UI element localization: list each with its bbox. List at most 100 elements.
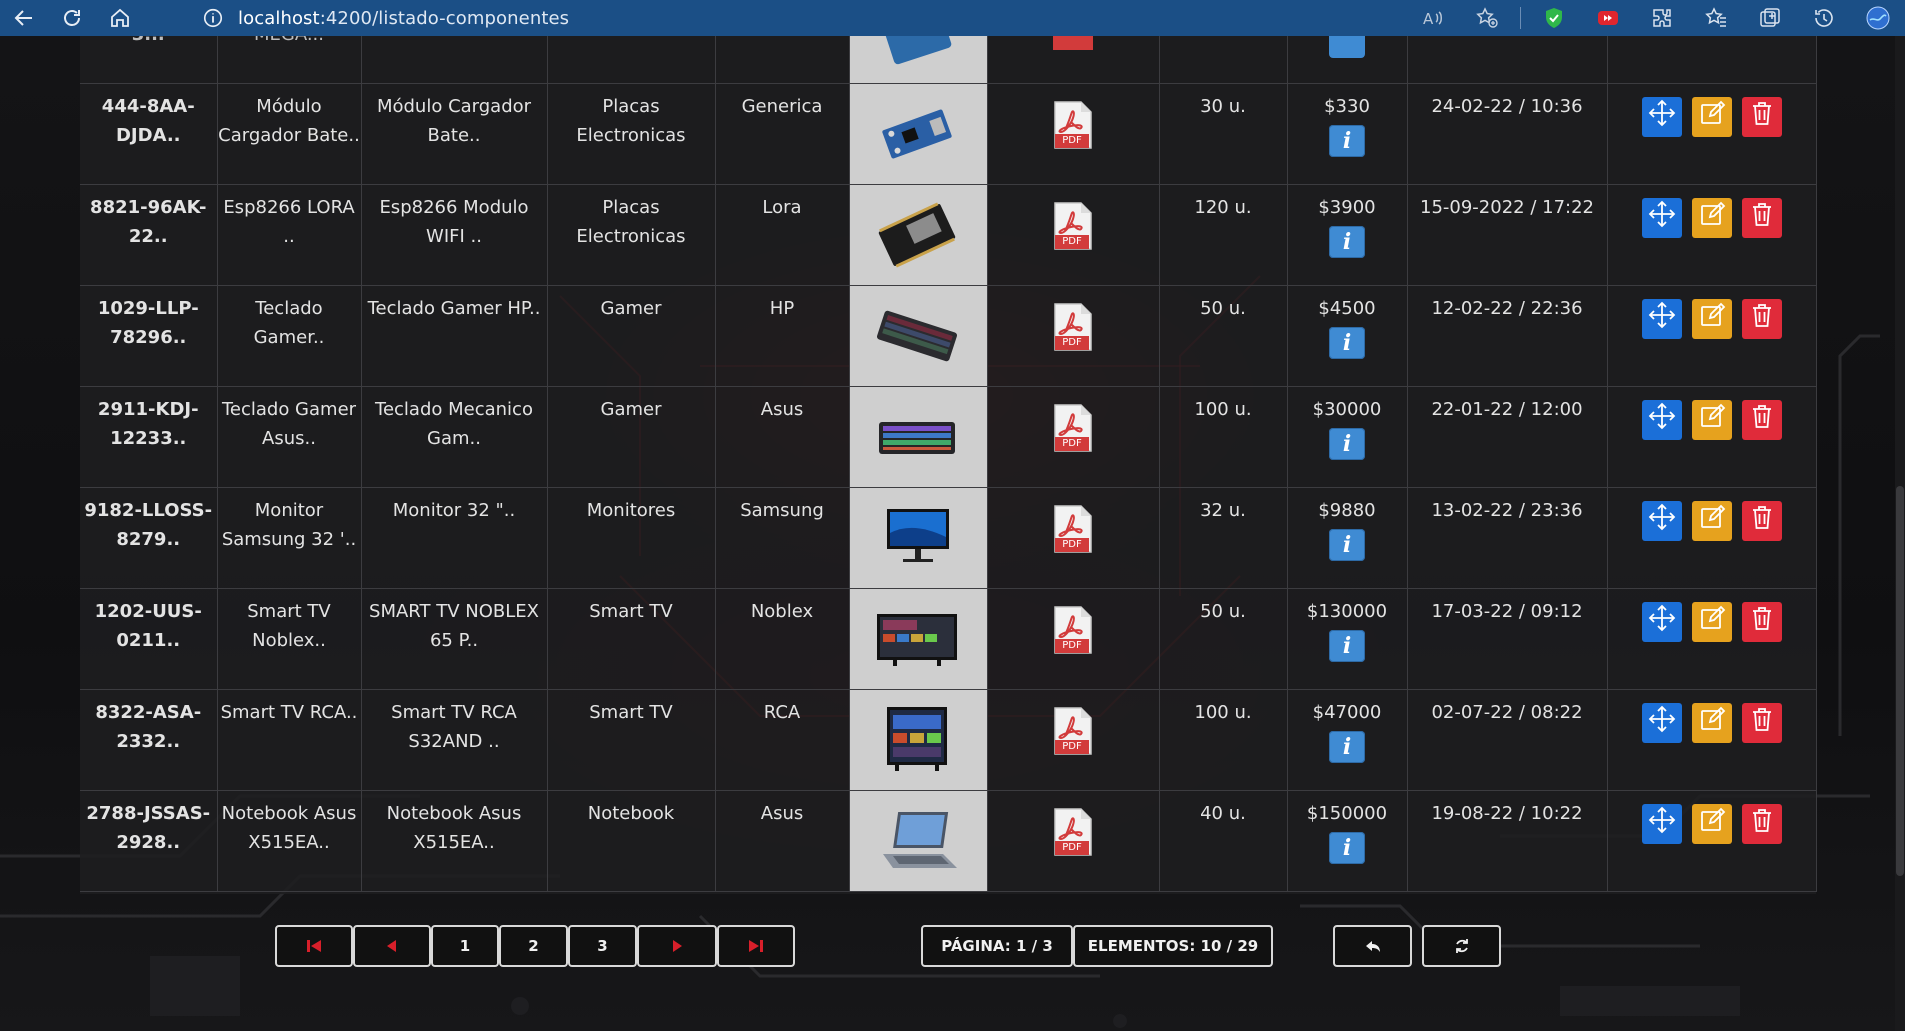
delete-button[interactable] <box>1741 804 1782 844</box>
delete-button[interactable] <box>1741 97 1782 137</box>
product-date: 02-07-22 / 08:22 <box>1431 702 1583 723</box>
delete-button[interactable] <box>1741 501 1782 541</box>
back-button[interactable] <box>1333 925 1412 967</box>
video-extension-icon[interactable] <box>1581 0 1635 36</box>
next-page-button[interactable] <box>637 925 717 967</box>
move-button[interactable] <box>1641 602 1682 642</box>
product-name: Esp8266 LORA .. <box>223 197 355 247</box>
edit-button[interactable] <box>1691 602 1732 642</box>
edit-button[interactable] <box>1691 501 1732 541</box>
reload-icon[interactable] <box>48 0 96 36</box>
pdf-icon[interactable]: PDF <box>1053 504 1093 554</box>
product-brand: Asus <box>760 399 804 420</box>
delete-button[interactable] <box>1741 299 1782 339</box>
pdf-icon[interactable]: PDF <box>1053 100 1093 150</box>
read-aloud-icon[interactable]: A <box>1406 0 1460 36</box>
product-image[interactable] <box>849 386 988 488</box>
product-description: Esp8266 Modulo WIFI .. <box>379 197 529 247</box>
pdf-icon[interactable]: PDF <box>1053 403 1093 453</box>
page-scrollbar[interactable] <box>1895 36 1905 1031</box>
pdf-icon[interactable]: PDF <box>1053 302 1093 352</box>
edit-button[interactable] <box>1691 400 1732 440</box>
shield-extension-icon[interactable] <box>1527 0 1581 36</box>
move-button[interactable] <box>1641 703 1682 743</box>
product-description: Módulo Cargador Bate.. <box>376 96 532 146</box>
delete-button[interactable] <box>1741 198 1782 238</box>
pdf-icon[interactable]: PDF <box>1053 807 1093 857</box>
reply-icon <box>1365 941 1380 952</box>
page-2-button[interactable]: 2 <box>499 925 568 967</box>
first-page-button[interactable] <box>275 925 353 967</box>
info-icon: i <box>1342 430 1352 457</box>
info-button[interactable]: i <box>1329 832 1365 864</box>
info-icon: i <box>1342 127 1352 154</box>
move-button[interactable] <box>1641 804 1682 844</box>
product-name: Notebook Asus X515EA.. <box>221 803 357 853</box>
move-arrows-icon <box>1647 300 1677 339</box>
info-button[interactable]: i <box>1329 428 1365 460</box>
product-brand: Noblex <box>750 601 814 622</box>
extensions-icon[interactable] <box>1635 0 1689 36</box>
scrollbar-thumb[interactable] <box>1896 486 1904 876</box>
info-icon: i <box>1342 632 1352 659</box>
elements-indicator: ELEMENTOS: 10 / 29 <box>1073 925 1273 967</box>
history-icon[interactable] <box>1797 0 1851 36</box>
product-image[interactable] <box>849 285 988 387</box>
product-image[interactable] <box>849 83 988 185</box>
edit-icon <box>1697 401 1727 440</box>
table-row: 2788-JSSAS- 2928.. Notebook Asus X515EA.. No… <box>80 790 1817 892</box>
info-button[interactable]: i <box>1329 226 1365 258</box>
delete-button[interactable] <box>1741 400 1782 440</box>
site-info-icon[interactable] <box>202 7 224 29</box>
product-image[interactable] <box>849 487 988 589</box>
profile-avatar-icon[interactable] <box>1851 0 1905 36</box>
edit-button[interactable] <box>1691 804 1732 844</box>
address-bar[interactable]: localhost:4200/listado-componentes <box>180 2 1417 34</box>
pdf-icon[interactable]: PDF <box>1053 201 1093 251</box>
back-icon[interactable] <box>0 0 48 36</box>
product-date: 12-02-22 / 22:36 <box>1431 298 1583 319</box>
delete-button[interactable] <box>1741 602 1782 642</box>
edit-button[interactable] <box>1691 198 1732 238</box>
edit-button[interactable] <box>1691 703 1732 743</box>
favorites-icon[interactable] <box>1689 0 1743 36</box>
move-button[interactable] <box>1641 299 1682 339</box>
product-image[interactable] <box>849 184 988 286</box>
table-row: 2911-KDJ- 12233.. Teclado Gamer Asus.. Tecla… <box>80 386 1817 488</box>
move-button[interactable] <box>1641 400 1682 440</box>
refresh-button[interactable] <box>1422 925 1501 967</box>
edit-icon <box>1697 98 1727 137</box>
info-button[interactable]: i <box>1329 630 1365 662</box>
product-image[interactable] <box>849 588 988 690</box>
product-code: 2911-KDJ- 12233.. <box>97 399 199 449</box>
product-description: SMART TV NOBLEX 65 P.. <box>369 601 539 651</box>
product-code: 9182-LLOSS- 8279.. <box>84 500 213 550</box>
trash-icon <box>1747 401 1777 440</box>
last-page-button[interactable] <box>717 925 795 967</box>
product-image[interactable] <box>849 689 988 791</box>
info-button[interactable]: i <box>1329 529 1365 561</box>
home-icon[interactable] <box>96 0 144 36</box>
product-image[interactable] <box>849 790 988 892</box>
info-button[interactable]: i <box>1329 327 1365 359</box>
move-arrows-icon <box>1647 401 1677 440</box>
add-favorite-icon[interactable] <box>1460 0 1514 36</box>
delete-button[interactable] <box>1741 703 1782 743</box>
pdf-icon[interactable]: PDF <box>1053 605 1093 655</box>
product-category: Notebook <box>587 803 675 824</box>
info-button[interactable]: i <box>1329 125 1365 157</box>
product-stock: 32 u. <box>1200 500 1246 521</box>
table-row: 8322-ASA- 2332.. Smart TV RCA.. Smart TV RC… <box>80 689 1817 791</box>
collections-icon[interactable] <box>1743 0 1797 36</box>
edit-button[interactable] <box>1691 299 1732 339</box>
trash-icon <box>1747 502 1777 541</box>
info-button[interactable]: i <box>1329 731 1365 763</box>
move-button[interactable] <box>1641 501 1682 541</box>
pdf-icon[interactable]: PDF <box>1053 706 1093 756</box>
page-1-button[interactable]: 1 <box>431 925 499 967</box>
prev-page-button[interactable] <box>353 925 431 967</box>
move-button[interactable] <box>1641 198 1682 238</box>
edit-button[interactable] <box>1691 97 1732 137</box>
page-3-button[interactable]: 3 <box>568 925 637 967</box>
move-button[interactable] <box>1641 97 1682 137</box>
